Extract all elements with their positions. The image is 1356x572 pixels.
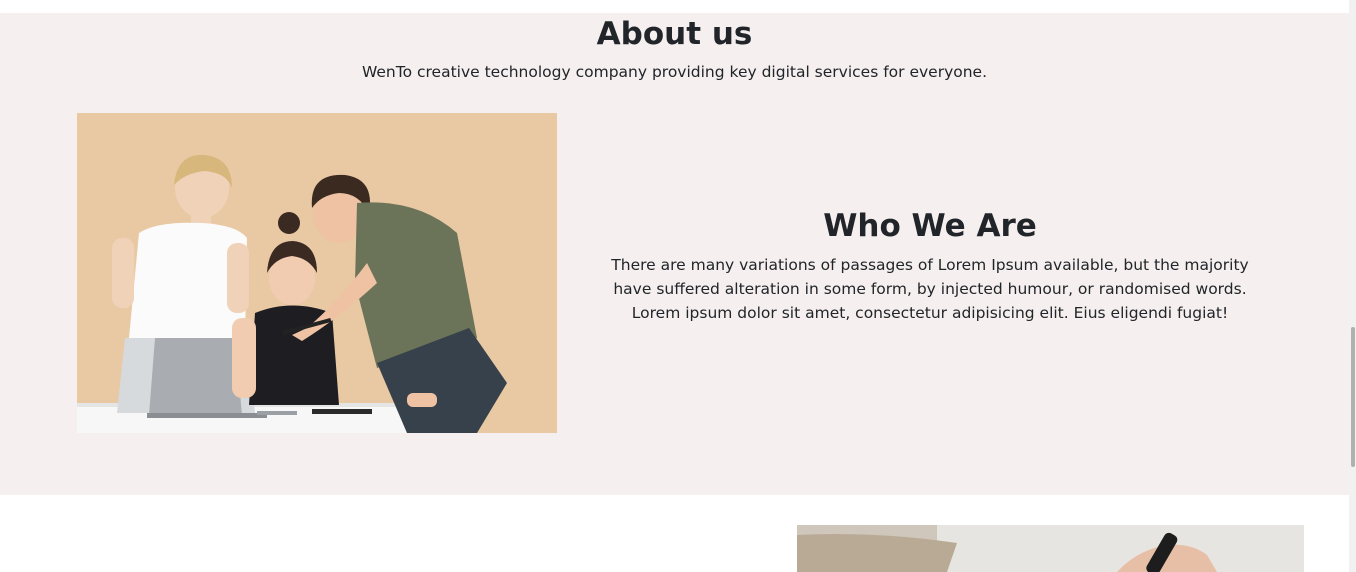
about-title: About us — [596, 16, 753, 52]
who-we-are-title: Who We Are — [823, 208, 1037, 244]
team-photo — [77, 113, 557, 433]
about-subtitle: WenTo creative technology company provid… — [361, 63, 988, 81]
about-section: About us WenTo creative technology compa… — [0, 13, 1349, 495]
page-scrollbar-track[interactable] — [1349, 0, 1356, 572]
next-section-photo — [797, 525, 1304, 572]
who-we-are-text: There are many variations of passages of… — [611, 256, 1249, 322]
page-scrollbar-thumb[interactable] — [1351, 327, 1355, 467]
